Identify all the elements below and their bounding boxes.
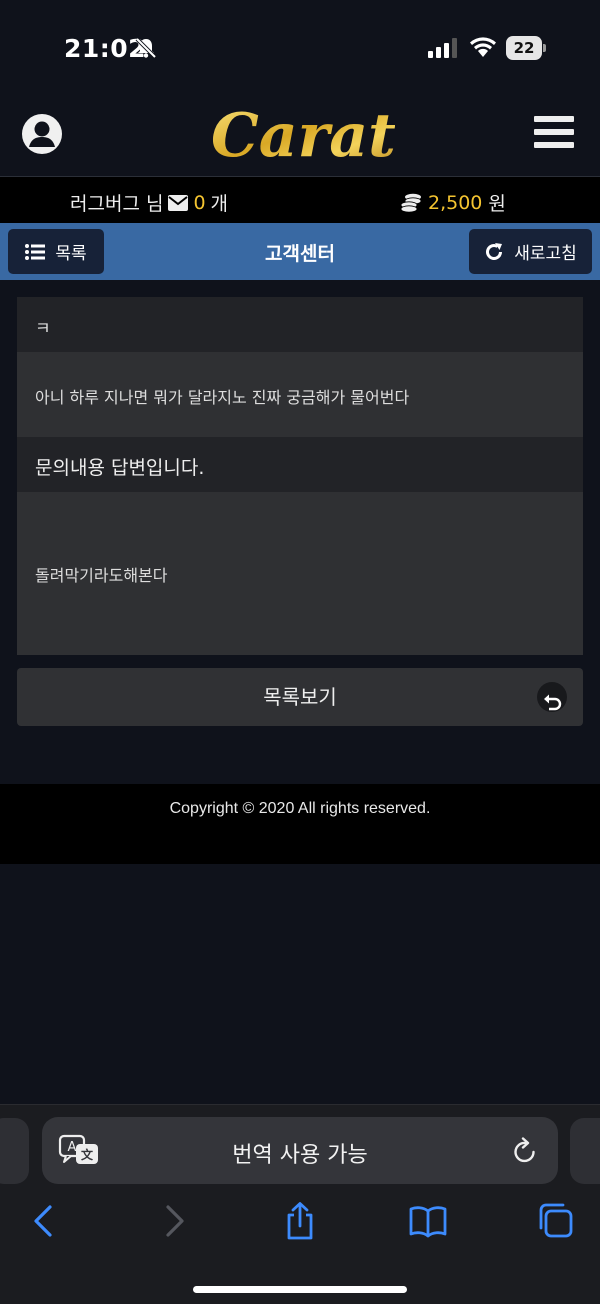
answer-title: 문의내용 답변입니다. bbox=[17, 437, 583, 492]
svg-text:Carat: Carat bbox=[211, 101, 395, 170]
site-footer: Copyright © 2020 All rights reserved. bbox=[0, 784, 600, 864]
home-indicator[interactable] bbox=[193, 1286, 407, 1293]
address-bar-text: 번역 사용 가능 bbox=[232, 1143, 368, 1168]
answer-body: 돌려막기라도해본다 bbox=[17, 492, 583, 655]
status-bar: 21:02 22 bbox=[0, 0, 600, 96]
share-icon[interactable] bbox=[280, 1201, 320, 1241]
envelope-icon[interactable] bbox=[168, 194, 189, 211]
bell-muted-icon bbox=[135, 37, 157, 59]
back-arrow-icon[interactable] bbox=[24, 1201, 64, 1241]
browser-toolbar: A 文 번역 사용 가능 bbox=[0, 1104, 600, 1304]
inquiry-body: 아니 하루 지나면 뭐가 달라지노 진짜 궁금해가 물어번다 bbox=[17, 352, 583, 437]
site-header: Carat bbox=[0, 96, 600, 176]
cellular-signal-icon bbox=[428, 38, 457, 58]
profile-icon[interactable] bbox=[21, 113, 63, 155]
mail-unit: 개 bbox=[210, 193, 229, 215]
bookmarks-icon[interactable] bbox=[408, 1201, 448, 1241]
back-to-list-button[interactable]: 목록보기 bbox=[17, 668, 583, 726]
coins-icon bbox=[400, 193, 422, 213]
username: 러그버그 님 bbox=[70, 193, 164, 215]
hamburger-menu-icon[interactable] bbox=[534, 114, 574, 150]
address-bar[interactable]: A 文 번역 사용 가능 bbox=[42, 1117, 558, 1184]
forward-arrow-icon[interactable] bbox=[154, 1201, 194, 1241]
carat-logo[interactable]: Carat bbox=[205, 98, 395, 170]
copyright-text: Copyright © 2020 All rights reserved. bbox=[169, 800, 431, 817]
refresh-icon bbox=[486, 242, 503, 260]
inquiry-title: ㅋ bbox=[17, 297, 583, 352]
next-tab-preview[interactable] bbox=[570, 1118, 600, 1184]
status-time: 21:02 bbox=[64, 34, 147, 63]
user-info: 러그버그 님 0 개 bbox=[70, 189, 228, 216]
refresh-button-label: 새로고침 bbox=[514, 244, 577, 264]
points-info: 2,500 원 bbox=[400, 189, 506, 216]
battery-icon: 22 bbox=[506, 36, 546, 60]
previous-tab-preview[interactable] bbox=[0, 1118, 29, 1184]
points-unit: 원 bbox=[488, 193, 506, 215]
battery-level: 22 bbox=[506, 36, 542, 60]
reload-icon[interactable] bbox=[512, 1137, 538, 1165]
wifi-icon bbox=[470, 37, 496, 57]
page-title-bar: 목록 고객센터 새로고침 bbox=[0, 223, 600, 280]
tabs-icon[interactable] bbox=[536, 1201, 576, 1241]
user-info-bar: 러그버그 님 0 개 2,500 원 bbox=[0, 176, 600, 223]
undo-arrow-icon bbox=[537, 682, 567, 712]
back-to-list-label: 목록보기 bbox=[263, 685, 337, 709]
refresh-button[interactable]: 새로고침 bbox=[469, 229, 592, 274]
points-amount: 2,500 bbox=[428, 191, 483, 214]
mail-count[interactable]: 0 bbox=[193, 192, 205, 214]
